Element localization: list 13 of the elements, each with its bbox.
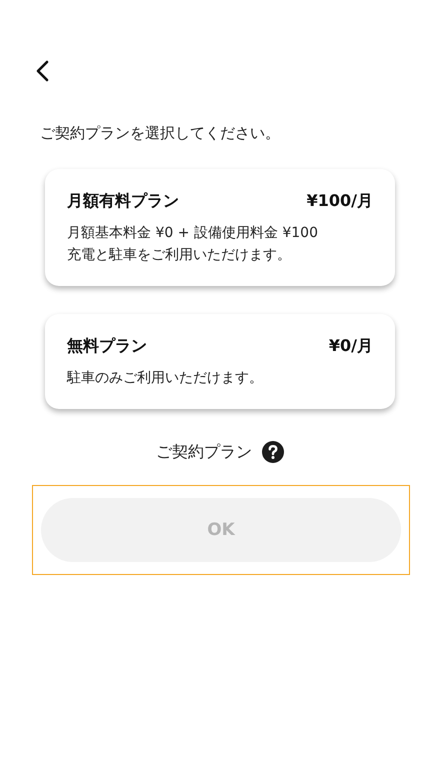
instruction-text: ご契約プランを選択してください。 — [40, 124, 281, 143]
back-icon[interactable] — [35, 60, 49, 82]
plan-description: 充電と駐車をご利用いただけます。 — [67, 246, 291, 264]
plan-description: 駐車のみご利用いただけます。 — [67, 369, 263, 387]
help-icon[interactable] — [262, 441, 284, 463]
plan-description: 月額基本料金 ¥0 + 設備使用料金 ¥100 — [67, 224, 318, 242]
plan-card[interactable]: 無料プラン ¥0/月 駐車のみご利用いただけます。 — [45, 314, 395, 409]
plan-price: ¥0/月 — [328, 336, 373, 357]
plan-name: 月額有料プラン — [67, 191, 179, 212]
plan-card[interactable]: 月額有料プラン ¥100/月 月額基本料金 ¥0 + 設備使用料金 ¥100 充電と駐車をご利用いただけます。 — [45, 169, 395, 286]
current-plan-label: ご契約プラン — [156, 442, 252, 462]
plan-name: 無料プラン — [67, 336, 147, 357]
plan-price: ¥100/月 — [306, 191, 373, 212]
